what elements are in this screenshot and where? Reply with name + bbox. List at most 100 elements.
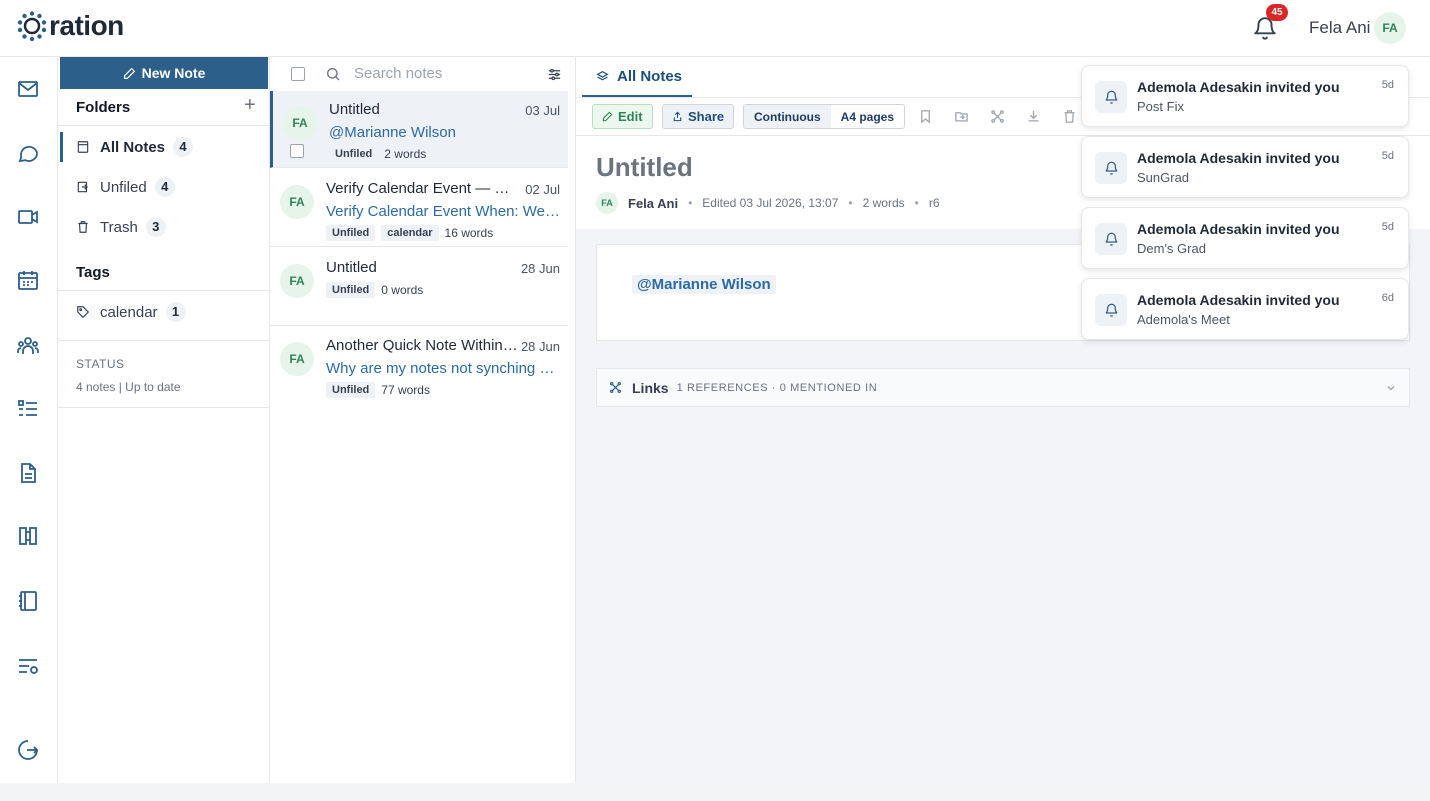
- note-date: 02 Jul: [525, 182, 560, 197]
- logout-icon[interactable]: [16, 738, 40, 762]
- notification-icon: [1095, 223, 1127, 255]
- video-icon[interactable]: [16, 205, 40, 229]
- book-icon[interactable]: [16, 524, 40, 548]
- notification-time: 5d: [1381, 150, 1394, 162]
- tag-calendar[interactable]: calendar 1: [60, 297, 268, 327]
- bell-icon: [1105, 161, 1117, 175]
- notification-count-badge: 45: [1266, 4, 1288, 21]
- filter-icon[interactable]: [547, 67, 562, 82]
- notification-item[interactable]: Ademola Adesakin invited you Dem's Grad …: [1081, 207, 1409, 269]
- notifications-button[interactable]: 45: [1252, 4, 1288, 42]
- trash-icon: [78, 221, 88, 233]
- app-name: ration: [49, 10, 124, 41]
- tag-chip: calendar: [381, 225, 439, 241]
- user-name[interactable]: Fela Ani: [1309, 18, 1370, 38]
- share-label: Share: [688, 109, 725, 124]
- settings-list-icon[interactable]: [16, 654, 40, 678]
- download-icon[interactable]: [1026, 109, 1041, 124]
- notification-item[interactable]: Ademola Adesakin invited you Ademola's M…: [1081, 278, 1409, 340]
- notebook-icon[interactable]: [16, 589, 40, 613]
- people-icon[interactable]: [16, 334, 40, 358]
- separator: •: [688, 196, 693, 210]
- folder-trash[interactable]: Trash 3: [60, 212, 268, 242]
- bell-icon: [1105, 303, 1117, 317]
- divider: [58, 290, 270, 291]
- a4-pages-button[interactable]: A4 pages: [830, 105, 905, 128]
- tag-count: 1: [165, 302, 186, 322]
- folder-all-notes[interactable]: All Notes 4: [60, 132, 268, 162]
- tags-heading: Tags: [76, 264, 110, 281]
- bell-icon: [1105, 90, 1117, 104]
- select-all-checkbox[interactable]: [291, 67, 305, 81]
- note-avatar: FA: [280, 342, 314, 376]
- note-preview: Verify Calendar Event When: Wed…: [326, 203, 562, 220]
- search-bar: [270, 57, 576, 91]
- delete-icon[interactable]: [1062, 109, 1077, 124]
- notification-title: Ademola Adesakin invited you: [1137, 221, 1340, 237]
- folder-chip: Unfiled: [326, 225, 376, 241]
- connections-icon[interactable]: [990, 109, 1005, 124]
- notification-item[interactable]: Ademola Adesakin invited you SunGrad 5d: [1081, 136, 1409, 198]
- notification-subtitle: SunGrad: [1137, 170, 1190, 185]
- move-folder-icon[interactable]: [954, 109, 969, 124]
- notes-list-panel: FA Untitled 03 Jul @Marianne Wilson Unfi…: [270, 57, 576, 783]
- folder-chip: Unfiled: [326, 382, 376, 398]
- new-note-button[interactable]: New Note: [60, 57, 268, 89]
- mention-chip[interactable]: @Marianne Wilson: [632, 275, 776, 294]
- bell-icon: [1105, 232, 1117, 246]
- word-count: 0 words: [381, 283, 424, 297]
- tasks-icon[interactable]: [16, 397, 40, 421]
- bookmark-icon[interactable]: [918, 109, 933, 124]
- note-meta: Unfiled 77 words: [326, 382, 430, 398]
- edit-button[interactable]: Edit: [592, 104, 653, 129]
- search-input[interactable]: [354, 65, 534, 82]
- links-section[interactable]: Links 1 REFERENCES · 0 MENTIONED IN: [596, 368, 1410, 407]
- add-folder-button[interactable]: +: [244, 95, 256, 115]
- note-checkbox[interactable]: [290, 144, 304, 158]
- note-avatar: FA: [280, 185, 314, 219]
- folder-unfiled[interactable]: Unfiled 4: [60, 172, 268, 202]
- author-name: Fela Ani: [628, 195, 679, 211]
- edit-label: Edit: [618, 109, 643, 124]
- notification-icon: [1095, 152, 1127, 184]
- note-title[interactable]: Untitled: [596, 152, 693, 183]
- note-item[interactable]: FA Untitled 03 Jul @Marianne Wilson Unfi…: [270, 91, 568, 168]
- folder-label: All Notes: [100, 138, 166, 156]
- divider: [58, 125, 270, 126]
- tab-all-notes[interactable]: All Notes: [582, 57, 692, 97]
- status-label: STATUS: [76, 357, 125, 371]
- mail-icon[interactable]: [16, 77, 40, 101]
- status-value: 4 notes | Up to date: [76, 380, 181, 394]
- share-button[interactable]: Share: [662, 104, 735, 129]
- logo-mark-icon: [17, 11, 47, 42]
- calendar-icon[interactable]: [16, 268, 40, 292]
- app-nav-rail: [0, 57, 58, 783]
- note-meta: Unfiled calendar 16 words: [326, 225, 493, 241]
- separator: •: [848, 196, 853, 210]
- note-meta: Unfiled 2 words: [329, 146, 426, 162]
- note-item[interactable]: FA Another Quick Note Within … 28 Jun Wh…: [270, 327, 568, 404]
- notification-icon: [1095, 81, 1127, 113]
- chat-icon[interactable]: [16, 141, 40, 165]
- notification-time: 6d: [1381, 292, 1394, 304]
- search-icon: [327, 68, 340, 81]
- user-avatar[interactable]: FA: [1374, 12, 1406, 44]
- notification-item[interactable]: Ademola Adesakin invited you Post Fix 5d: [1081, 65, 1409, 127]
- divider: [58, 407, 270, 408]
- notification-time: 5d: [1381, 79, 1394, 91]
- note-item[interactable]: FA Untitled 28 Jun Unfiled 0 words: [270, 249, 568, 326]
- tag-label: calendar: [100, 303, 158, 321]
- continuous-button[interactable]: Continuous: [744, 105, 831, 128]
- view-mode-toggle: Continuous A4 pages: [743, 104, 906, 129]
- document-icon[interactable]: [16, 461, 40, 485]
- notification-subtitle: Dem's Grad: [1137, 241, 1206, 256]
- divider: [58, 340, 270, 341]
- top-header: ration 45 Fela Ani FA: [0, 0, 1430, 57]
- note-title: Verify Calendar Event — No…: [326, 180, 518, 197]
- author-avatar: FA: [596, 192, 618, 214]
- links-icon: [610, 382, 621, 393]
- app-logo[interactable]: ration: [16, 10, 124, 42]
- chevron-down-icon: [1387, 386, 1395, 391]
- revision-label: r6: [928, 196, 940, 210]
- note-item[interactable]: FA Verify Calendar Event — No… 02 Jul Ve…: [270, 170, 568, 247]
